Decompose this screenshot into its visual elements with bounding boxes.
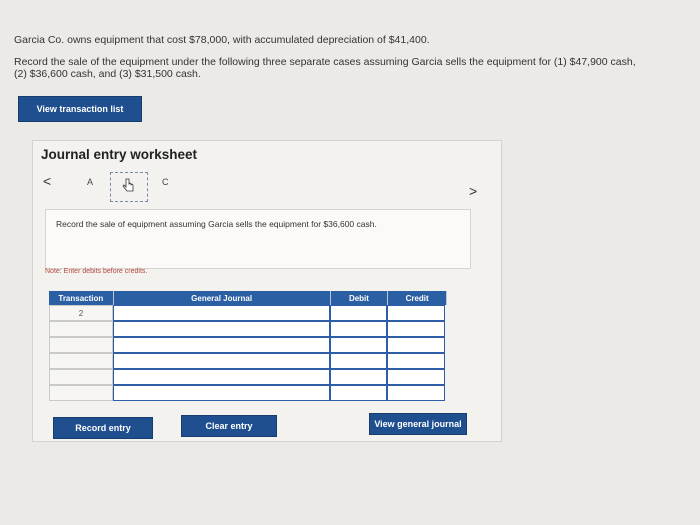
problem-line-3: (2) $36,600 cash, and (3) $31,500 cash.: [14, 68, 201, 80]
table-row: 2: [49, 305, 447, 321]
table-row: [49, 385, 447, 401]
transaction-cell: [49, 385, 113, 401]
account-input[interactable]: [113, 353, 330, 369]
clear-entry-button[interactable]: Clear entry: [181, 415, 277, 437]
tab-c[interactable]: C: [162, 177, 169, 187]
tab-a[interactable]: A: [87, 177, 93, 187]
account-input[interactable]: [113, 385, 330, 401]
view-transaction-list-button[interactable]: View transaction list: [18, 96, 142, 122]
credit-input[interactable]: [387, 337, 445, 353]
transaction-cell: [49, 337, 113, 353]
problem-line-2: Record the sale of the equipment under t…: [14, 56, 636, 68]
credit-input[interactable]: [387, 353, 445, 369]
worksheet-title: Journal entry worksheet: [41, 147, 198, 162]
transaction-cell: [49, 321, 113, 337]
table-row: [49, 337, 447, 353]
table-row: [49, 321, 447, 337]
problem-line-1: Garcia Co. owns equipment that cost $78,…: [14, 34, 430, 46]
debit-input[interactable]: [330, 337, 387, 353]
debit-input[interactable]: [330, 353, 387, 369]
account-input[interactable]: [113, 321, 330, 337]
credit-input[interactable]: [387, 385, 445, 401]
credit-input[interactable]: [387, 321, 445, 337]
view-general-journal-button[interactable]: View general journal: [369, 413, 467, 435]
journal-table: Transaction General Journal Debit Credit…: [49, 291, 447, 401]
account-input[interactable]: [113, 369, 330, 385]
next-arrow[interactable]: >: [469, 183, 477, 199]
debit-input[interactable]: [330, 321, 387, 337]
instruction-text: Record the sale of equipment assuming Ga…: [56, 219, 377, 229]
col-general-journal: General Journal: [114, 291, 331, 305]
tab-b[interactable]: [110, 172, 148, 202]
previous-arrow[interactable]: <: [43, 173, 51, 189]
journal-entry-worksheet-panel: Journal entry worksheet < A C > Record t…: [32, 140, 502, 442]
account-input[interactable]: [113, 305, 330, 321]
transaction-cell: [49, 353, 113, 369]
debit-input[interactable]: [330, 369, 387, 385]
note-text: Note: Enter debits before credits.: [45, 268, 148, 275]
credit-input[interactable]: [387, 305, 445, 321]
instruction-box: Record the sale of equipment assuming Ga…: [45, 209, 471, 269]
col-transaction: Transaction: [49, 291, 114, 305]
transaction-cell: 2: [49, 305, 113, 321]
transaction-cell: [49, 369, 113, 385]
debit-input[interactable]: [330, 385, 387, 401]
account-input[interactable]: [113, 337, 330, 353]
table-header: Transaction General Journal Debit Credit: [49, 291, 447, 305]
col-debit: Debit: [331, 291, 389, 305]
credit-input[interactable]: [387, 369, 445, 385]
debit-input[interactable]: [330, 305, 387, 321]
table-row: [49, 353, 447, 369]
tab-b-cursor-icon: [121, 177, 137, 198]
table-row: [49, 369, 447, 385]
record-entry-button[interactable]: Record entry: [53, 417, 153, 439]
col-credit: Credit: [388, 291, 447, 305]
